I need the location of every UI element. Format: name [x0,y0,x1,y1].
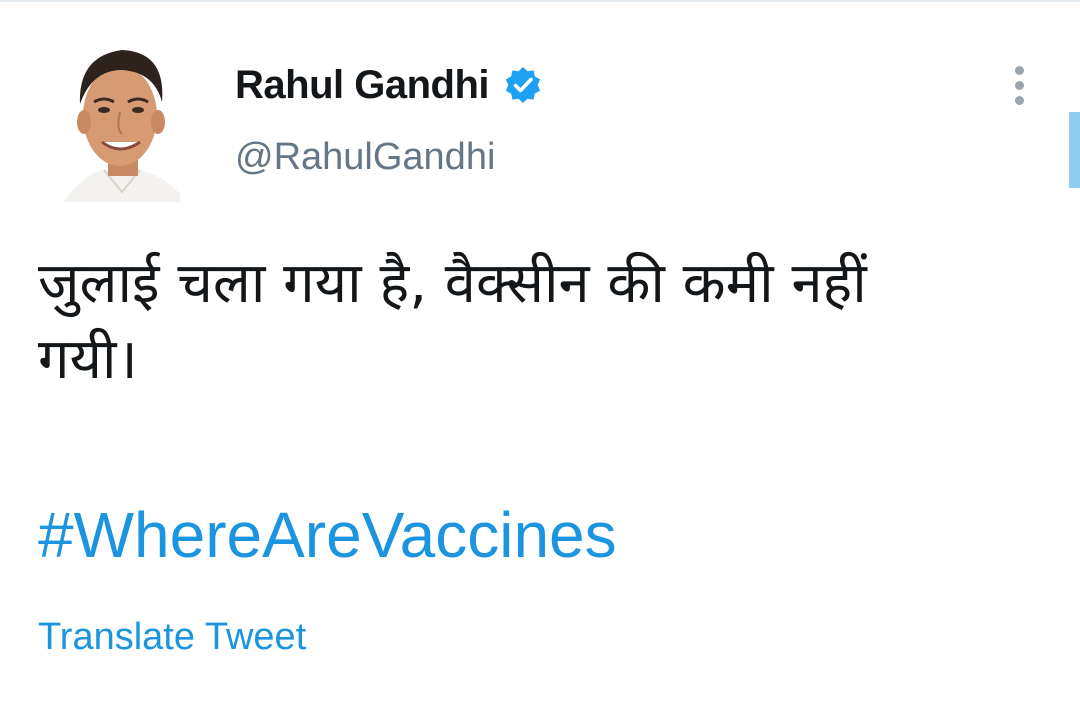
tweet-text-line-1: जुलाई चला गया है, वैक्सीन की कमी नहीं [38,251,867,316]
tweet-text-line-2: गयी। [38,327,138,392]
translate-tweet-link[interactable]: Translate Tweet [38,616,306,659]
author-name-row[interactable]: Rahul Gandhi [235,60,543,110]
author-display-name[interactable]: Rahul Gandhi [235,63,490,108]
author-handle[interactable]: @RahulGandhi [235,136,495,179]
hashtag-link[interactable]: #WhereAreVaccines [38,498,617,572]
top-divider [0,0,1080,2]
scroll-indicator[interactable] [1069,112,1080,188]
more-options-icon[interactable] [1008,62,1032,110]
tweet-text: जुलाई चला गया है, वैक्सीन की कमी नहीं गय… [38,246,1038,398]
avatar[interactable] [64,42,180,202]
avatar-image [64,50,180,202]
verified-badge-icon [503,65,543,105]
